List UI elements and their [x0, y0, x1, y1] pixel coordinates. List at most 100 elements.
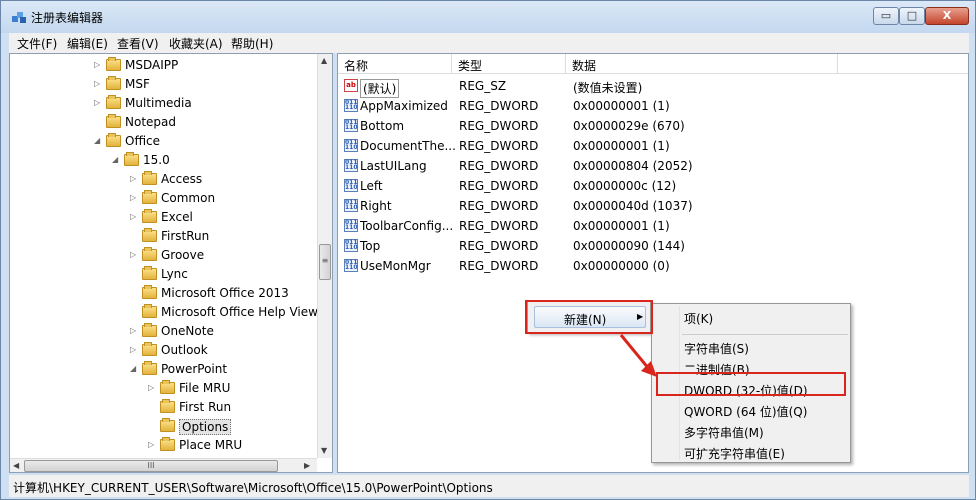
scroll-right-icon[interactable]: ▶	[304, 461, 310, 470]
table-row[interactable]: 011 110 Right REG_DWORD 0x0000040d (1037)	[338, 196, 968, 216]
tree-vertical-scroll-thumb[interactable]: ≡	[319, 244, 331, 280]
tree-node[interactable]: ▷ Outlook	[10, 341, 317, 360]
tree-node[interactable]: Notepad	[10, 113, 317, 132]
submenu-item-key[interactable]: 项(K)	[684, 310, 713, 327]
tree-node[interactable]: Lync	[10, 265, 317, 284]
dword-value-icon: 011 110	[344, 159, 358, 172]
scroll-down-icon[interactable]: ▼	[321, 446, 327, 455]
table-row[interactable]: 011 110 Left REG_DWORD 0x0000000c (12)	[338, 176, 968, 196]
expand-arrow-icon[interactable]: ▷	[94, 98, 100, 107]
expand-arrow-icon[interactable]: ▷	[130, 174, 136, 183]
value-type: REG_DWORD	[459, 199, 539, 213]
tree-node[interactable]: ▷ Common	[10, 189, 317, 208]
submenu-item-multi-string[interactable]: 多字符串值(M)	[684, 424, 764, 441]
expand-arrow-icon[interactable]: ▷	[94, 79, 100, 88]
value-data: 0x00000804 (2052)	[573, 159, 693, 173]
maximize-button[interactable]: □	[899, 7, 925, 25]
folder-icon	[142, 247, 157, 261]
scroll-left-icon[interactable]: ◀	[13, 461, 19, 470]
value-data: 0x0000029e (670)	[573, 119, 685, 133]
dword-value-icon: 011 110	[344, 119, 358, 132]
expand-arrow-icon[interactable]: ▷	[148, 440, 154, 449]
expand-arrow-icon[interactable]: ▷	[148, 383, 154, 392]
scroll-up-icon[interactable]: ▲	[321, 56, 327, 65]
tree-node[interactable]: ▷ OneNote	[10, 322, 317, 341]
column-header-name[interactable]: 名称	[338, 54, 452, 74]
menu-help[interactable]: 帮助(H)	[231, 35, 273, 52]
value-type: REG_DWORD	[459, 259, 539, 273]
tree-node[interactable]: First Run	[10, 398, 317, 417]
value-data: 0x0000000c (12)	[573, 179, 677, 193]
folder-icon	[160, 418, 175, 432]
table-row[interactable]: 011 110 LastUILang REG_DWORD 0x00000804 (20…	[338, 156, 968, 176]
submenu-item-string[interactable]: 字符串值(S)	[684, 340, 749, 357]
expand-arrow-icon[interactable]: ▷	[130, 345, 136, 354]
menu-favorites[interactable]: 收藏夹(A)	[169, 35, 223, 52]
tree-node-label: File MRU	[179, 381, 231, 395]
expand-arrow-icon[interactable]: ▷	[130, 326, 136, 335]
tree-node[interactable]: Options	[10, 417, 317, 436]
tree-node[interactable]: FirstRun	[10, 227, 317, 246]
menu-bar: 文件(F) 编辑(E) 查看(V) 收藏夹(A) 帮助(H)	[9, 33, 969, 53]
tree-node[interactable]: ▷ Access	[10, 170, 317, 189]
collapse-arrow-icon[interactable]: ◢	[130, 364, 136, 373]
column-header-filler	[838, 54, 968, 74]
status-path: 计算机\HKEY_CURRENT_USER\Software\Microsoft…	[13, 481, 493, 495]
title-bar[interactable]: 注册表编辑器 ▭ □ X	[1, 1, 975, 33]
table-row[interactable]: 011 110 Bottom REG_DWORD 0x0000029e (670)	[338, 116, 968, 136]
tree-node[interactable]: ▷ MSDAIPP	[10, 56, 317, 75]
submenu-item-expandable-string[interactable]: 可扩充字符串值(E)	[684, 445, 785, 462]
value-type: REG_DWORD	[459, 219, 539, 233]
expand-arrow-icon[interactable]: ▷	[130, 193, 136, 202]
tree-node-label: Common	[161, 191, 216, 205]
folder-icon	[124, 152, 139, 166]
value-type: REG_DWORD	[459, 119, 539, 133]
tree-node[interactable]: ▷ MSF	[10, 75, 317, 94]
key-tree-pane[interactable]: ▷ MSDAIPP ▷ MSF ▷ Multimedia Notepad ◢ Office ◢ 15…	[9, 53, 333, 473]
tree-horizontal-scroll-thumb[interactable]: III	[24, 460, 278, 472]
folder-icon	[106, 114, 121, 128]
folder-icon	[142, 342, 157, 356]
tree-node-label: PowerPoint	[161, 362, 228, 376]
menu-file[interactable]: 文件(F)	[17, 35, 57, 52]
table-row[interactable]: ab (默认) REG_SZ (数值未设置)	[338, 76, 968, 98]
menu-view[interactable]: 查看(V)	[117, 35, 159, 52]
column-header-data[interactable]: 数据	[566, 54, 838, 74]
highlight-new-box	[525, 300, 653, 334]
tree-node[interactable]: ◢ PowerPoint	[10, 360, 317, 379]
collapse-arrow-icon[interactable]: ◢	[112, 155, 118, 164]
tree-node-label: First Run	[179, 400, 232, 414]
table-row[interactable]: 011 110 UseMonMgr REG_DWORD 0x00000000 (0)	[338, 256, 968, 276]
value-name: Left	[360, 179, 383, 193]
menu-edit[interactable]: 编辑(E)	[67, 35, 108, 52]
table-row[interactable]: 011 110 DocumentThe... REG_DWORD 0x00000001…	[338, 136, 968, 156]
table-row[interactable]: 011 110 AppMaximized REG_DWORD 0x00000001 (…	[338, 96, 968, 116]
tree-node[interactable]: Microsoft Office 2013	[10, 284, 317, 303]
tree-node-label: 15.0	[143, 153, 170, 167]
tree-node[interactable]: ▷ File MRU	[10, 379, 317, 398]
tree-vertical-scrollbar[interactable]: ▲ ≡ ▼	[317, 54, 332, 458]
column-header-type[interactable]: 类型	[452, 54, 566, 74]
tree-node[interactable]: ▷ Multimedia	[10, 94, 317, 113]
tree-node[interactable]: ▷ Groove	[10, 246, 317, 265]
value-name: ToolbarConfig...	[360, 219, 454, 233]
tree-node[interactable]: ▷ Excel	[10, 208, 317, 227]
expand-arrow-icon[interactable]: ▷	[130, 212, 136, 221]
tree-node[interactable]: ◢ Office	[10, 132, 317, 151]
folder-icon	[142, 266, 157, 280]
folder-icon	[142, 361, 157, 375]
submenu-item-qword[interactable]: QWORD (64 位)值(Q)	[684, 403, 807, 420]
minimize-button[interactable]: ▭	[873, 7, 899, 25]
tree-node[interactable]: Microsoft Office Help Viewe	[10, 303, 325, 322]
value-type: REG_SZ	[459, 79, 507, 93]
expand-arrow-icon[interactable]: ▷	[94, 60, 100, 69]
table-row[interactable]: 011 110 ToolbarConfig... REG_DWORD 0x000000…	[338, 216, 968, 236]
tree-horizontal-scrollbar[interactable]: ◀ III ▶	[10, 458, 317, 472]
close-button[interactable]: X	[925, 7, 969, 25]
folder-icon	[142, 323, 157, 337]
collapse-arrow-icon[interactable]: ◢	[94, 136, 100, 145]
tree-node[interactable]: ▷ Place MRU	[10, 436, 317, 455]
table-row[interactable]: 011 110 Top REG_DWORD 0x00000090 (144)	[338, 236, 968, 256]
expand-arrow-icon[interactable]: ▷	[130, 250, 136, 259]
tree-node[interactable]: ◢ 15.0	[10, 151, 317, 170]
